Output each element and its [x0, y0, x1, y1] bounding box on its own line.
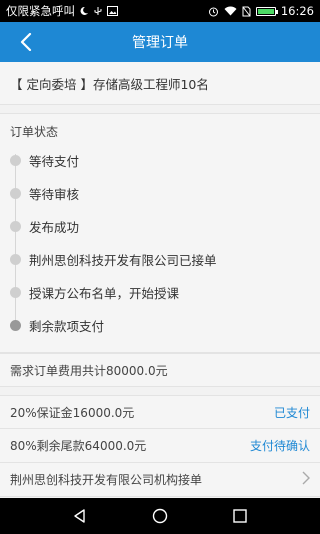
moon-icon — [79, 6, 89, 16]
clock-text: 16:26 — [280, 4, 314, 18]
app-bar: 管理订单 — [0, 22, 320, 62]
step-label: 等待审核 — [29, 187, 80, 202]
balance-label: 80%剩余尾款64000.0元 — [10, 439, 147, 453]
back-button[interactable] — [8, 22, 44, 62]
deposit-label: 20%保证金16000.0元 — [10, 405, 135, 420]
timeline-step-current: 剩余款项支付 — [10, 309, 310, 342]
status-bar: 仅限紧急呼叫 16:26 — [0, 0, 320, 22]
total-fee-row: 需求订单费用共计80000.0元 — [0, 353, 320, 387]
step-label: 剩余款项支付 — [29, 319, 105, 334]
usb-icon — [93, 6, 103, 16]
status-timeline: 等待支付 等待审核 发布成功 荆州思创科技开发有限公司已接单 授课方公布名单，开… — [10, 144, 310, 342]
page-title: 管理订单 — [132, 35, 188, 51]
company-row[interactable]: 荆州思创科技开发有限公司机构接单 — [0, 463, 320, 497]
nav-recents-button[interactable] — [222, 498, 258, 534]
step-label: 荆州思创科技开发有限公司已接单 — [29, 253, 217, 268]
battery-icon — [255, 6, 278, 16]
order-status-section: 订单状态 等待支付 等待审核 发布成功 荆州思创科技开发有限公司已接单 授课方公 — [0, 113, 320, 353]
order-title: 【 定向委培 】存储高级工程师10名 — [0, 62, 320, 105]
chevron-right-icon — [302, 470, 310, 489]
carrier-text: 仅限紧急呼叫 — [6, 4, 75, 18]
timeline-step: 等待审核 — [10, 177, 310, 210]
step-dot — [10, 221, 21, 232]
step-label: 等待支付 — [29, 154, 80, 169]
timeline-step: 荆州思创科技开发有限公司已接单 — [10, 243, 310, 276]
step-dot — [10, 188, 21, 199]
balance-status-link[interactable]: 支付待确认 — [250, 437, 310, 454]
chevron-left-icon — [20, 33, 32, 51]
wifi-icon — [224, 6, 237, 16]
circle-home-icon — [152, 508, 168, 524]
deposit-row: 20%保证金16000.0元 已支付 — [0, 395, 320, 429]
step-dot — [10, 254, 21, 265]
deposit-status: 已支付 — [273, 405, 310, 420]
step-dot — [10, 287, 21, 298]
total-fee-text: 需求订单费用共计80000.0元 — [10, 363, 168, 378]
alarm-icon — [208, 6, 219, 17]
status-heading: 订单状态 — [10, 125, 59, 139]
step-label: 发布成功 — [29, 220, 80, 235]
timeline-step: 等待支付 — [10, 144, 310, 177]
square-recents-icon — [233, 509, 247, 523]
no-sim-icon — [242, 6, 251, 17]
main-content: 【 定向委培 】存储高级工程师10名 订单状态 等待支付 等待审核 发布成功 荆… — [0, 62, 320, 498]
company-label: 荆州思创科技开发有限公司机构接单 — [10, 473, 203, 487]
image-icon — [107, 6, 118, 16]
balance-row[interactable]: 80%剩余尾款64000.0元 支付待确认 — [0, 429, 320, 463]
nav-home-button[interactable] — [142, 498, 178, 534]
timeline-step: 发布成功 — [10, 210, 310, 243]
system-nav-bar — [0, 498, 320, 534]
step-dot — [10, 155, 21, 166]
step-dot-current — [10, 320, 21, 331]
timeline-step: 授课方公布名单，开始授课 — [10, 276, 310, 309]
step-label: 授课方公布名单，开始授课 — [29, 286, 180, 301]
nav-back-button[interactable] — [62, 498, 98, 534]
triangle-back-icon — [74, 509, 85, 523]
